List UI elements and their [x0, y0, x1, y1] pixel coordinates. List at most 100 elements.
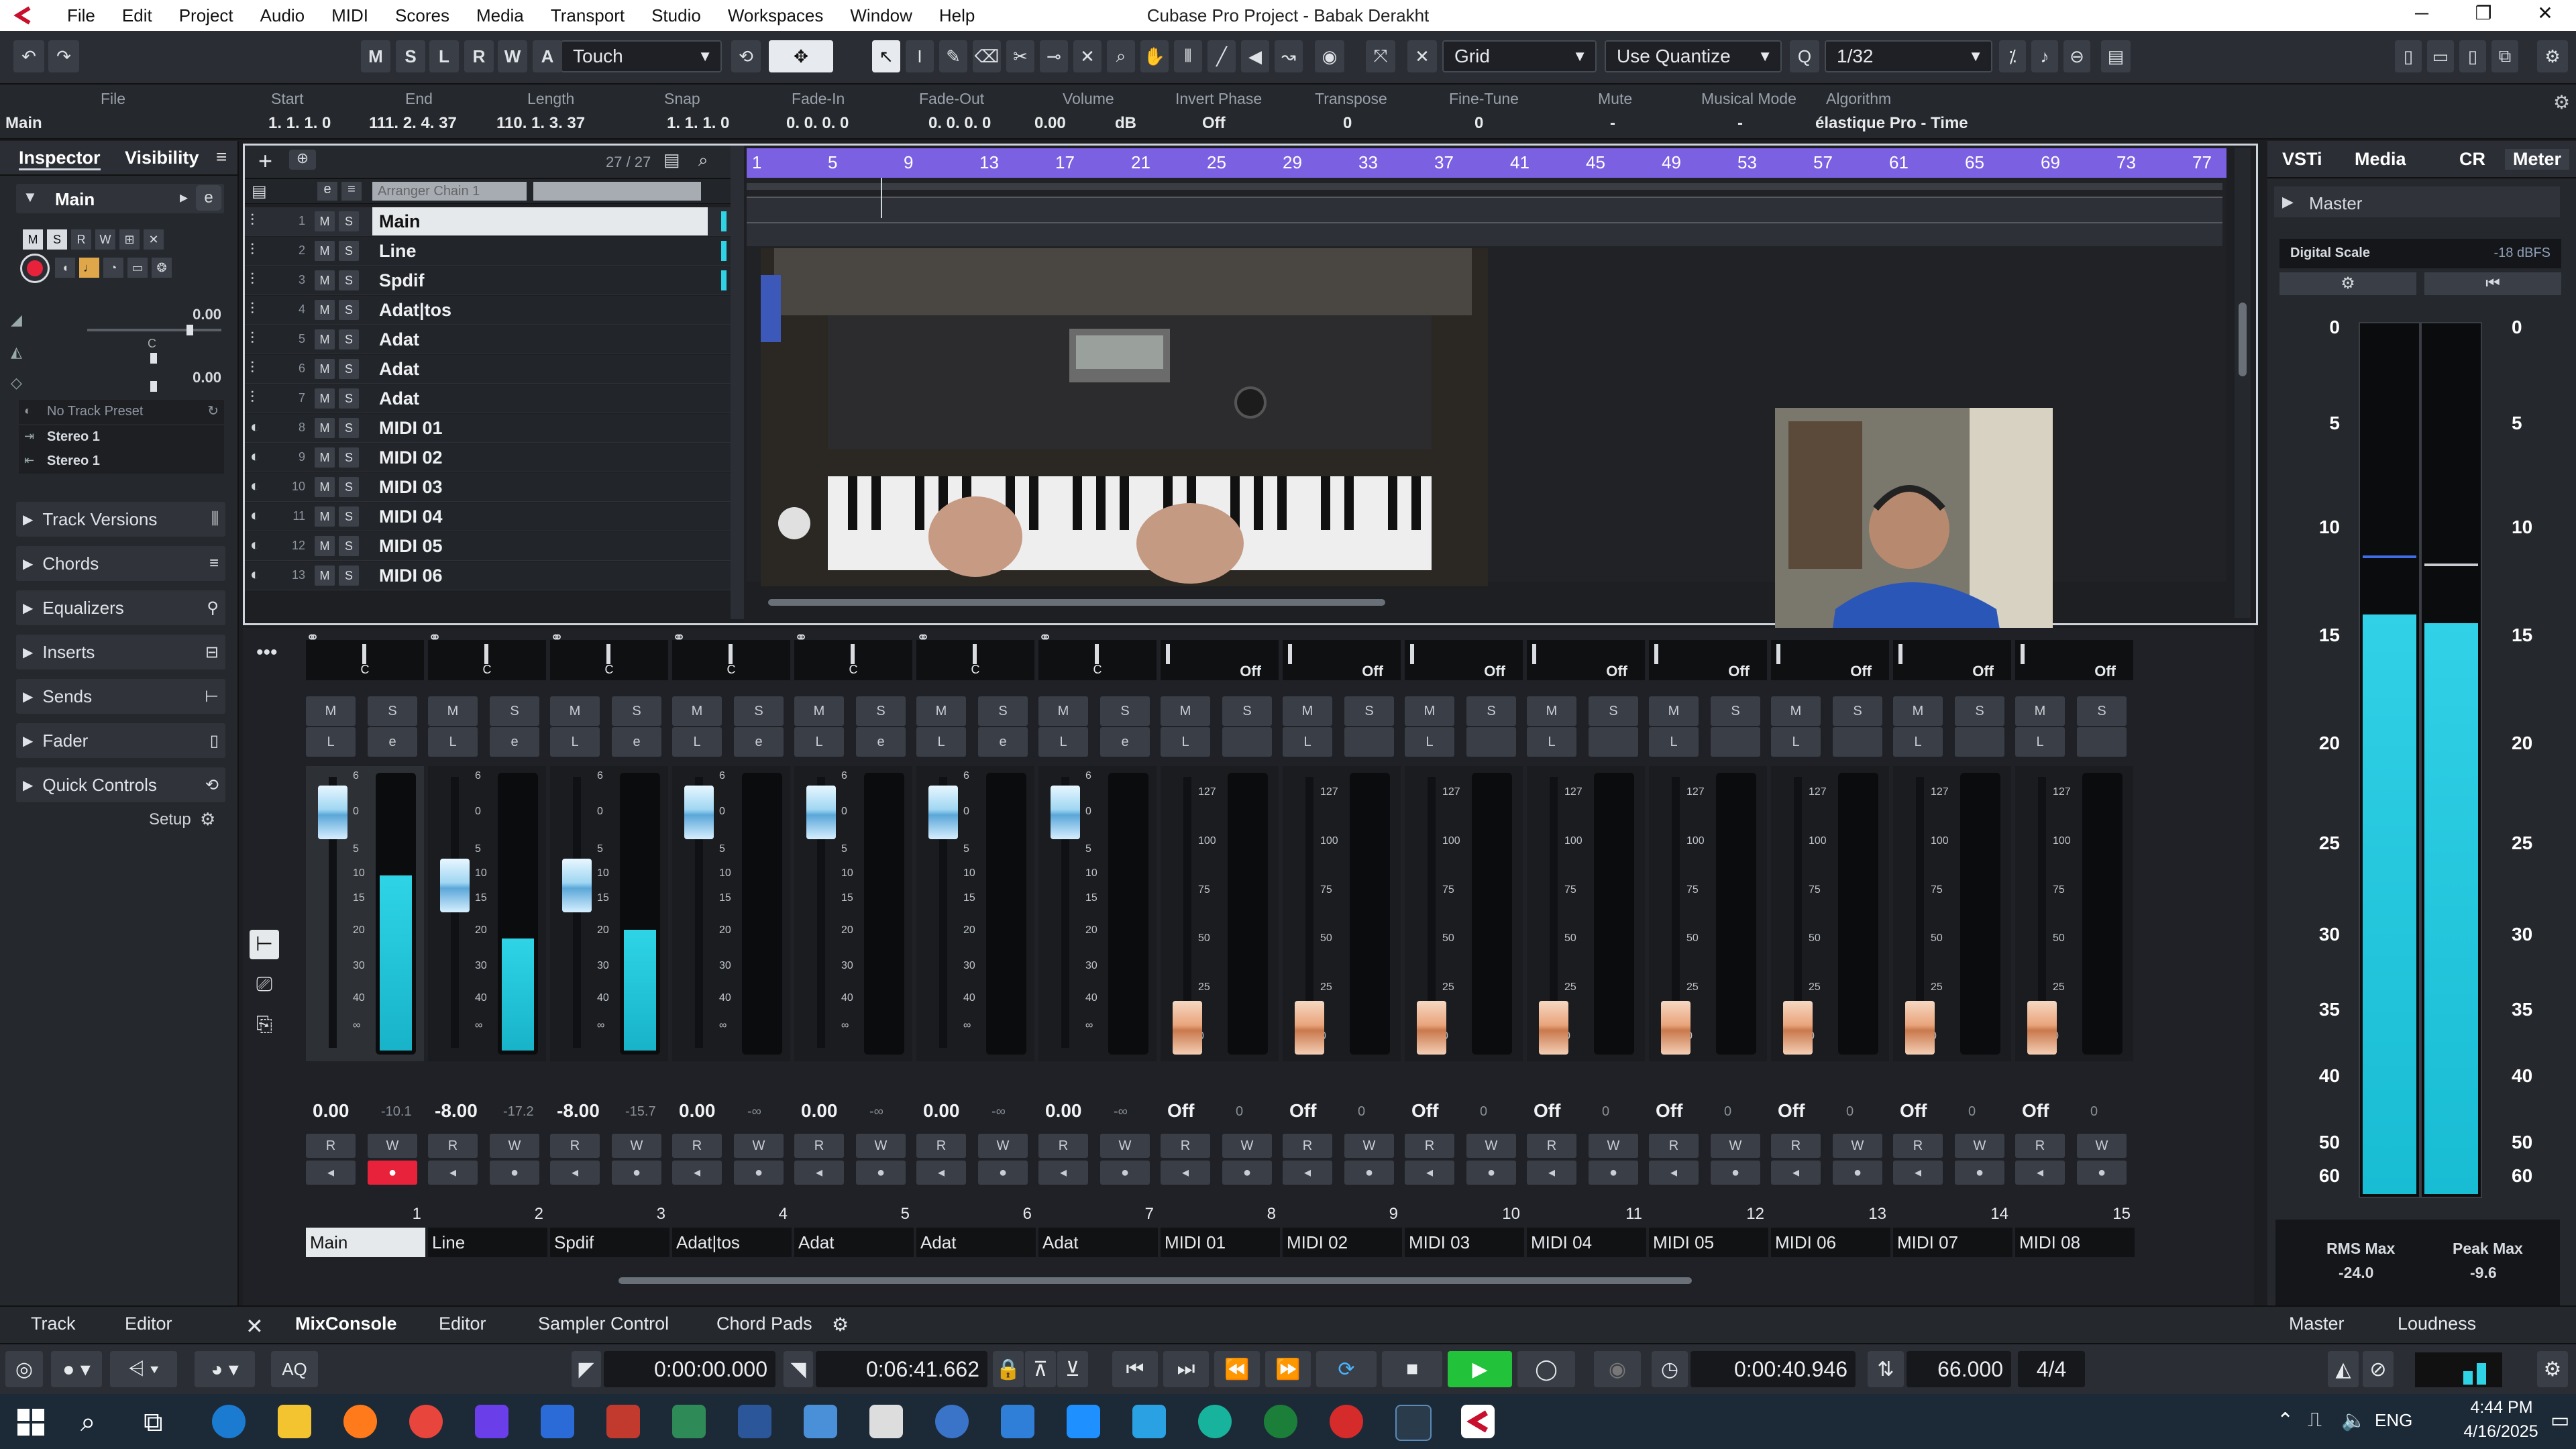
track-name[interactable]: MIDI 02	[379, 447, 443, 468]
channel-read-button[interactable]: R	[2015, 1134, 2065, 1158]
channel-mute-button[interactable]: M	[428, 696, 478, 726]
channel-mute-button[interactable]: M	[1771, 696, 1821, 726]
pan-control[interactable]: C	[550, 640, 668, 680]
track-solo-button[interactable]: S	[339, 477, 359, 497]
track-mute-button[interactable]: M	[315, 566, 335, 586]
channel-mute-button[interactable]: M	[1527, 696, 1576, 726]
meter-settings-icon[interactable]: ⚙	[2279, 272, 2416, 295]
channel-view-icon[interactable]: ⎘	[250, 1010, 279, 1040]
info-value-volume[interactable]: 0.00	[1034, 114, 1066, 133]
channel-listen-button[interactable]: L	[1649, 727, 1699, 757]
channel-record-button[interactable]: ●	[1711, 1161, 1760, 1185]
track-list-scrollbar[interactable]	[731, 146, 744, 619]
metronome-icon[interactable]: ◕ ▾	[195, 1351, 255, 1387]
track-name[interactable]: MIDI 05	[379, 536, 443, 557]
fader-handle[interactable]	[806, 785, 836, 839]
channel-solo-button[interactable]: S	[2077, 696, 2127, 726]
cloud-app-icon[interactable]	[804, 1405, 837, 1438]
tab-meter[interactable]: Meter	[2505, 149, 2570, 170]
channel-listen-button[interactable]: L	[1161, 727, 1210, 757]
add-track-icon[interactable]: +	[258, 147, 272, 175]
play-icon[interactable]: ▶	[1448, 1351, 1512, 1387]
inspector-section-quick-controls[interactable]: ▶ Quick Controls ⟲	[16, 767, 225, 802]
calendar-app-icon[interactable]	[541, 1405, 574, 1438]
swing-icon[interactable]: ♪	[2031, 40, 2058, 72]
track-mute-button[interactable]: M	[315, 418, 335, 438]
warp-icon[interactable]: ↝	[1275, 40, 1303, 72]
pan-control[interactable]: C	[672, 640, 790, 680]
channel-mute-button[interactable]: M	[2015, 696, 2065, 726]
track-row[interactable]: ⫶ 4 M S Adat|tos	[245, 296, 731, 325]
mode-button-s[interactable]: S	[396, 40, 425, 72]
terminal-app-icon[interactable]	[1395, 1405, 1432, 1441]
menu-icon[interactable]: ≡	[216, 146, 227, 168]
channel-monitor-button[interactable]: ◂	[916, 1161, 966, 1185]
channel-write-button[interactable]: W	[734, 1134, 784, 1158]
snap-on-icon[interactable]: ✕	[1407, 40, 1437, 72]
channel-name[interactable]: MIDI 06	[1771, 1228, 1890, 1257]
channel-name[interactable]: MIDI 01	[1161, 1228, 1280, 1257]
vpn-icon[interactable]	[475, 1405, 508, 1438]
menu-item-project[interactable]: Project	[166, 5, 247, 26]
fader-handle[interactable]	[1417, 1001, 1446, 1055]
pan-control[interactable]: C	[1038, 640, 1157, 680]
channel-mute-button[interactable]: M	[1283, 696, 1332, 726]
menu-item-workspaces[interactable]: Workspaces	[714, 5, 837, 26]
record-enable-button[interactable]	[20, 254, 50, 283]
split-icon[interactable]: ✂	[1006, 40, 1034, 72]
timeline-ruler[interactable]: 1 5 9 13 17 21 25 29 33 37 41 45 49 53 57 61 65 69 73 77	[747, 148, 2226, 178]
channel-solo-button[interactable]: S	[734, 696, 784, 726]
info-value-start[interactable]: 1. 1. 1. 0	[268, 114, 331, 133]
track-solo-button[interactable]: S	[339, 566, 359, 586]
color-icon[interactable]: ◉	[1315, 40, 1344, 72]
tempo-field[interactable]: 66.000	[1907, 1351, 2011, 1387]
menu-item-midi[interactable]: MIDI	[318, 5, 382, 26]
close-icon[interactable]: ✕	[2514, 0, 2576, 31]
info-value-transpose[interactable]: 0	[1343, 114, 1352, 133]
channel-record-button[interactable]: ●	[1833, 1161, 1882, 1185]
channel-record-button[interactable]: ●	[1466, 1161, 1516, 1185]
fader-handle[interactable]	[928, 785, 958, 839]
forward-icon[interactable]: ⏩	[1265, 1351, 1311, 1387]
mute-button[interactable]: M	[23, 229, 43, 250]
channel-write-button[interactable]: W	[1833, 1134, 1882, 1158]
channel-monitor-button[interactable]: ◂	[1161, 1161, 1210, 1185]
rack-view-icon[interactable]: ⎚	[250, 970, 279, 1000]
pan-control[interactable]: C	[428, 640, 546, 680]
tempo-track-icon[interactable]: ⇅	[1868, 1351, 1904, 1387]
track-mute-button[interactable]: M	[315, 211, 335, 231]
arranger-event-select[interactable]	[533, 182, 701, 201]
clock-time[interactable]: 4:44 PM	[2458, 1398, 2545, 1417]
channel-listen-button[interactable]: L	[1527, 727, 1576, 757]
channel-monitor-button[interactable]: ◂	[794, 1161, 844, 1185]
channel-name[interactable]: Line	[428, 1228, 547, 1257]
info-value-musical-mode[interactable]: -	[1737, 114, 1743, 133]
info-value-volume-unit[interactable]: dB	[1115, 114, 1136, 133]
channel-monitor-button[interactable]: ◂	[1405, 1161, 1454, 1185]
chevron-up-icon[interactable]: ⌃	[2277, 1409, 2294, 1432]
fader-handle[interactable]	[440, 858, 470, 912]
channel-write-button[interactable]: W	[612, 1134, 661, 1158]
pan-control[interactable]: Off	[1405, 640, 1523, 680]
channel-record-button[interactable]: ●	[856, 1161, 906, 1185]
fader-handle[interactable]	[1051, 785, 1080, 839]
activity-icon[interactable]: ◎	[5, 1351, 43, 1387]
channel-record-button[interactable]: ●	[612, 1161, 661, 1185]
solo-button[interactable]: S	[47, 229, 67, 250]
channel-name[interactable]: Main	[306, 1228, 425, 1257]
input-routing[interactable]: ⇥ Stereo 1	[19, 425, 224, 449]
channel-edit-slot[interactable]	[1466, 727, 1516, 757]
menu-item-window[interactable]: Window	[837, 5, 925, 26]
channel-write-button[interactable]: W	[1589, 1134, 1638, 1158]
channel-write-button[interactable]: W	[490, 1134, 539, 1158]
channel-monitor-button[interactable]: ◂	[550, 1161, 600, 1185]
inspector-section-fader[interactable]: ▶ Fader ▯	[16, 723, 225, 758]
pan-control[interactable]: C	[916, 640, 1034, 680]
fader-value[interactable]: Off	[1778, 1100, 1805, 1122]
fader-view-icon[interactable]: ⊢	[250, 930, 279, 959]
channel-solo-button[interactable]: S	[1589, 696, 1638, 726]
channel-edit-slot[interactable]	[1833, 727, 1882, 757]
channel-listen-button[interactable]: L	[794, 727, 844, 757]
recording-app-icon[interactable]	[1198, 1405, 1232, 1438]
channel-monitor-button[interactable]: ◂	[428, 1161, 478, 1185]
